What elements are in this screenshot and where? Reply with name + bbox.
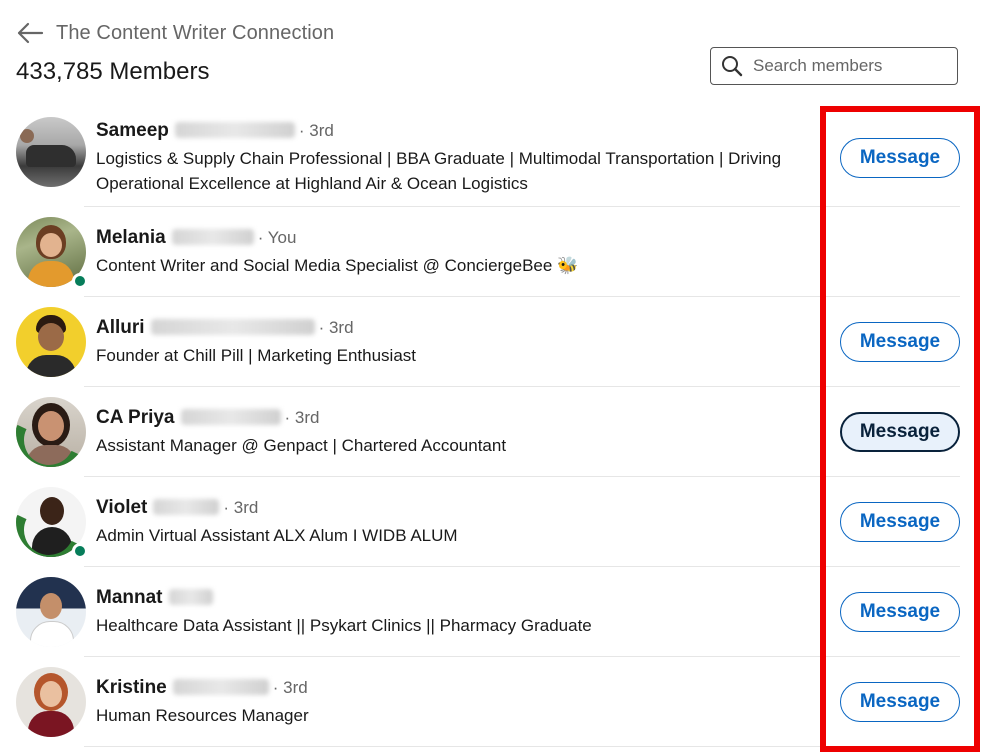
blurred-last-name [153, 499, 220, 515]
avatar[interactable] [16, 667, 86, 737]
online-status-icon [72, 273, 88, 289]
member-name[interactable]: Mannat [96, 587, 163, 609]
member-headline: Human Resources Manager [96, 706, 309, 725]
connection-degree: · 3rd [223, 498, 259, 517]
online-status-icon [72, 543, 88, 559]
member-name[interactable]: Sameep [96, 120, 169, 142]
page-header: The Content Writer Connection [16, 20, 334, 46]
blurred-last-name [172, 679, 269, 695]
open-to-work-frame [16, 424, 81, 467]
connection-degree: · 3rd [318, 318, 354, 337]
group-name[interactable]: The Content Writer Connection [56, 22, 334, 45]
list-item: Mannat Healthcare Data Assistant || Psyk… [0, 567, 986, 657]
list-item: Melania · You Content Writer and Social … [0, 207, 986, 297]
member-name[interactable]: Melania [96, 227, 166, 249]
blurred-last-name [168, 589, 213, 605]
list-item: Sameep · 3rd Logistics & Supply Chain Pr… [0, 110, 986, 207]
avatar[interactable] [16, 397, 86, 467]
member-name[interactable]: Alluri [96, 317, 145, 339]
connection-degree: · 3rd [298, 121, 334, 140]
list-item: CA Priya · 3rd Assistant Manager @ Genpa… [0, 387, 986, 477]
member-headline: Admin Virtual Assistant ALX Alum I WIDB … [96, 526, 458, 545]
blurred-last-name [174, 122, 295, 138]
search-icon [722, 56, 743, 77]
connection-degree: · You [257, 228, 297, 247]
member-headline: Assistant Manager @ Genpact | Chartered … [96, 436, 507, 455]
blurred-last-name [171, 229, 254, 245]
message-button[interactable]: Message [840, 322, 960, 362]
avatar[interactable] [16, 487, 88, 559]
message-button[interactable]: Message [840, 502, 960, 542]
message-button[interactable]: Message [840, 592, 960, 632]
list-item: Kristine · 3rd Human Resources Manager M… [0, 657, 986, 747]
member-count: 433,785 Members [16, 58, 210, 85]
avatar[interactable] [16, 117, 86, 187]
search-input[interactable] [751, 55, 945, 77]
avatar[interactable] [16, 307, 86, 377]
message-button[interactable]: Message [840, 412, 960, 452]
connection-degree: · 3rd [272, 678, 308, 697]
avatar[interactable] [16, 217, 88, 289]
message-button[interactable]: Message [840, 138, 960, 178]
search-box[interactable] [710, 47, 958, 85]
divider [84, 746, 960, 747]
list-item: Violet · 3rd Admin Virtual Assistant ALX… [0, 477, 986, 567]
member-list: Sameep · 3rd Logistics & Supply Chain Pr… [0, 110, 986, 747]
member-name[interactable]: Kristine [96, 677, 167, 699]
list-item: Alluri · 3rd Founder at Chill Pill | Mar… [0, 297, 986, 387]
connection-degree: · 3rd [284, 408, 320, 427]
member-headline: Founder at Chill Pill | Marketing Enthus… [96, 346, 417, 365]
member-name[interactable]: Violet [96, 497, 147, 519]
member-headline: Content Writer and Social Media Speciali… [96, 256, 579, 275]
blurred-last-name [180, 409, 281, 425]
member-name[interactable]: CA Priya [96, 407, 175, 429]
avatar[interactable] [16, 577, 86, 647]
message-button[interactable]: Message [840, 682, 960, 722]
blurred-last-name [150, 319, 315, 335]
member-headline: Healthcare Data Assistant || Psykart Cli… [96, 616, 592, 635]
back-arrow-icon[interactable] [16, 21, 44, 45]
member-headline: Logistics & Supply Chain Professional | … [96, 149, 782, 193]
